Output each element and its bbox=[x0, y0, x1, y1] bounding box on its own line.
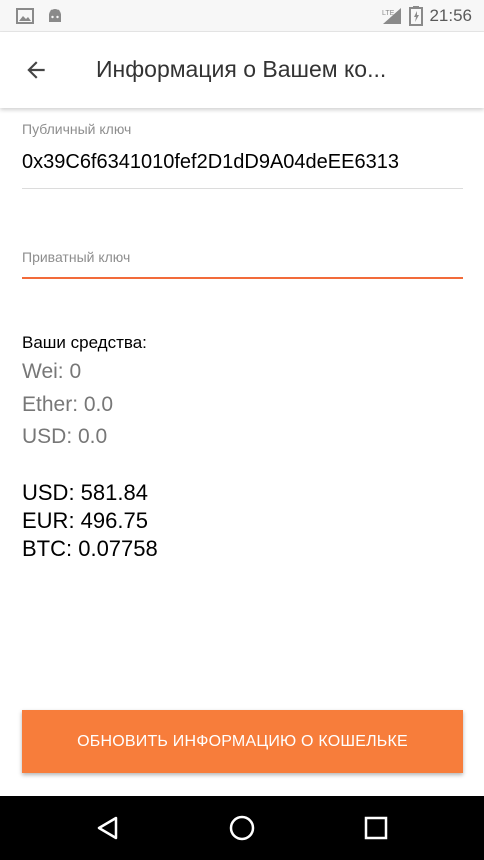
refresh-wallet-button[interactable]: ОБНОВИТЬ ИНФОРМАЦИЮ О КОШЕЛЬКЕ bbox=[22, 710, 463, 773]
android-icon bbox=[49, 9, 61, 22]
network-type-label: LTE bbox=[382, 10, 395, 17]
page-title: Информация о Вашем ко... bbox=[96, 56, 387, 82]
public-key-field[interactable]: 0x39C6f6341010fef2D1dD9A04deEE6313 bbox=[22, 151, 463, 174]
back-triangle-icon bbox=[97, 816, 118, 840]
balance-title: Ваши средства: bbox=[22, 333, 147, 352]
nav-home-button[interactable] bbox=[222, 810, 262, 846]
image-icon bbox=[16, 8, 34, 24]
app-toolbar: Информация о Вашем ко... bbox=[0, 32, 484, 108]
rate-usd: USD: 581.84 bbox=[22, 480, 148, 505]
home-circle-icon bbox=[229, 815, 255, 841]
arrow-back-icon bbox=[27, 61, 45, 79]
rate-eur: EUR: 496.75 bbox=[22, 508, 148, 533]
public-key-underline bbox=[22, 188, 463, 189]
nav-back-button[interactable] bbox=[88, 810, 128, 846]
private-key-field[interactable]: Приватный ключ bbox=[22, 249, 130, 265]
back-button[interactable] bbox=[18, 52, 54, 88]
battery-icon bbox=[409, 6, 424, 26]
public-key-label: Публичный ключ bbox=[22, 121, 132, 137]
nav-recents-button[interactable] bbox=[356, 810, 396, 846]
balance-ether: Ether: 0.0 bbox=[22, 393, 114, 416]
rate-btc: BTC: 0.07758 bbox=[22, 536, 158, 561]
balance-usd: USD: 0.0 bbox=[22, 425, 108, 448]
signal-icon: LTE bbox=[382, 8, 402, 24]
private-key-underline bbox=[22, 277, 463, 279]
balance-wei: Wei: 0 bbox=[22, 360, 82, 383]
status-bar: LTE 21:56 bbox=[0, 0, 484, 32]
recents-square-icon bbox=[364, 816, 388, 840]
system-nav-bar bbox=[0, 796, 484, 860]
status-time: 21:56 bbox=[429, 6, 472, 25]
